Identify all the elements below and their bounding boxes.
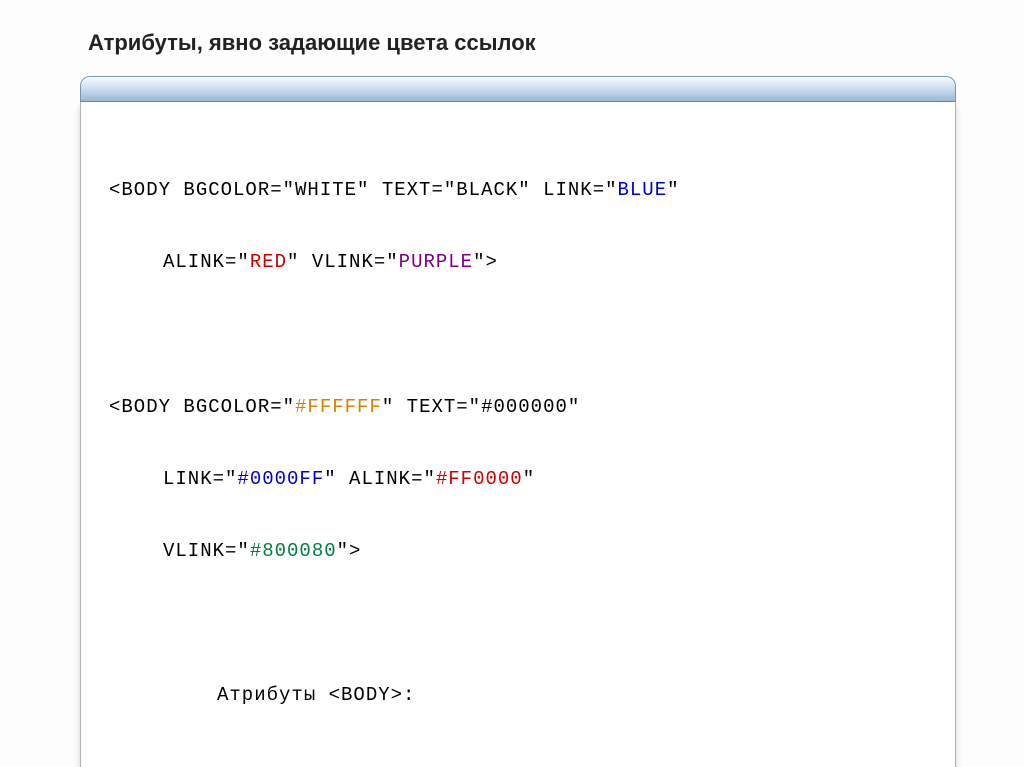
hex-red: #FF0000 <box>436 468 523 490</box>
code-line-5: VLINK="#800080"> <box>109 533 927 569</box>
code-text: " <box>568 396 580 418</box>
code-block: <BODY BGCOLOR="WHITE" TEXT="BLACK" LINK=… <box>109 136 927 767</box>
attrib-heading: Атрибуты <BODY>: <box>217 684 415 706</box>
code-text: ALINK=" <box>163 251 250 273</box>
code-text: VLINK=" <box>163 540 250 562</box>
code-text: " VLINK=" <box>287 251 399 273</box>
code-blank <box>109 316 927 352</box>
code-text: " ALINK=" <box>324 468 436 490</box>
code-text: "> <box>337 540 362 562</box>
code-line-6: Атрибуты <BODY>: <box>109 677 927 713</box>
hex-blue: #0000FF <box>237 468 324 490</box>
code-line-3: <BODY BGCOLOR="#FFFFFF" TEXT="#000000" <box>109 389 927 425</box>
code-text: <BODY BGCOLOR=" <box>109 396 295 418</box>
hex-purple: #800080 <box>250 540 337 562</box>
code-text: <BODY BGCOLOR="WHITE" TEXT=" <box>109 179 456 201</box>
code-text: " <box>523 468 535 490</box>
code-line-4: LINK="#0000FF" ALINK="#FF0000" <box>109 461 927 497</box>
color-red: RED <box>250 251 287 273</box>
code-text: " LINK=" <box>518 179 617 201</box>
slide: Атрибуты, явно задающие цвета ссылок <BO… <box>0 0 1024 767</box>
code-text: "> <box>473 251 498 273</box>
hex-black: #000000 <box>481 396 568 418</box>
panel-body: <BODY BGCOLOR="WHITE" TEXT="BLACK" LINK=… <box>80 102 956 767</box>
code-line-1: <BODY BGCOLOR="WHITE" TEXT="BLACK" LINK=… <box>109 172 927 208</box>
code-text: LINK=" <box>163 468 237 490</box>
panel-header-bar <box>80 76 956 102</box>
code-text: " <box>667 179 679 201</box>
code-text: " TEXT=" <box>382 396 481 418</box>
panel: <BODY BGCOLOR="WHITE" TEXT="BLACK" LINK=… <box>80 76 956 767</box>
slide-title: Атрибуты, явно задающие цвета ссылок <box>88 30 954 56</box>
code-blank <box>109 605 927 641</box>
color-blue: BLUE <box>618 179 668 201</box>
code-blank <box>109 750 927 767</box>
color-black: BLACK <box>456 179 518 201</box>
code-line-2: ALINK="RED" VLINK="PURPLE"> <box>109 244 927 280</box>
hex-white: #FFFFFF <box>295 396 382 418</box>
color-purple: PURPLE <box>399 251 473 273</box>
